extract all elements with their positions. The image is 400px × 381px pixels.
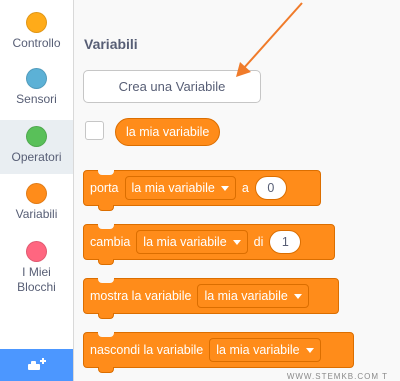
category-sidebar: Controllo Sensori Operatori Variabili I … — [0, 0, 74, 381]
block-text: nascondi la variabile — [90, 343, 204, 357]
variable-monitor-checkbox[interactable] — [85, 121, 104, 140]
category-variabili[interactable]: Variabili — [0, 183, 73, 222]
category-label: Variabili — [15, 207, 58, 221]
category-label: Sensori — [16, 92, 57, 106]
category-operatori[interactable]: Operatori — [0, 120, 73, 174]
chevron-down-icon — [305, 347, 314, 353]
category-sensori[interactable]: Sensori — [0, 68, 73, 107]
category-label: I Miei Blocchi — [17, 265, 56, 294]
dropdown-label: la mia variabile — [216, 343, 300, 357]
dropdown-label: la mia variabile — [204, 289, 288, 303]
variable-dropdown[interactable]: la mia variabile — [209, 338, 321, 362]
variabili-color-icon — [26, 183, 47, 204]
dropdown-label: la mia variabile — [143, 235, 227, 249]
chevron-down-icon — [220, 185, 229, 191]
category-label: Controllo — [12, 36, 61, 50]
block-text: di — [253, 235, 264, 249]
block-palette: Variabili Crea una Variabile la mia vari… — [74, 0, 400, 381]
sensori-color-icon — [26, 68, 47, 89]
add-extension-button[interactable] — [0, 349, 73, 381]
make-variable-button[interactable]: Crea una Variabile — [83, 70, 261, 103]
value-input[interactable]: 1 — [269, 230, 302, 254]
block-text: a — [241, 181, 249, 195]
my-blocks-color-icon — [26, 241, 47, 262]
chevron-down-icon — [232, 239, 241, 245]
controllo-color-icon — [26, 12, 47, 33]
category-label: Operatori — [11, 150, 62, 164]
operatori-color-icon — [26, 126, 47, 147]
watermark: WWW.STEMKB.COM T — [286, 372, 388, 381]
block-text: porta — [90, 181, 119, 195]
chevron-down-icon — [293, 293, 302, 299]
category-my-blocks[interactable]: I Miei Blocchi — [0, 241, 73, 295]
block-text: cambia — [90, 235, 131, 249]
block-text: mostra la variabile — [90, 289, 192, 303]
category-controllo[interactable]: Controllo — [0, 12, 73, 51]
add-extension-icon — [27, 358, 46, 370]
change-variable-block[interactable]: cambia la mia variabile di 1 — [83, 224, 335, 265]
variable-dropdown[interactable]: la mia variabile — [197, 284, 309, 308]
section-title: Variabili — [84, 36, 138, 52]
set-variable-block[interactable]: porta la mia variabile a 0 — [83, 170, 321, 211]
show-variable-block[interactable]: mostra la variabile la mia variabile — [83, 278, 339, 319]
dropdown-label: la mia variabile — [131, 181, 215, 195]
variable-dropdown[interactable]: la mia variabile — [136, 230, 248, 254]
hide-variable-block[interactable]: nascondi la variabile la mia variabile — [83, 332, 354, 373]
value-input[interactable]: 0 — [254, 176, 287, 200]
variable-dropdown[interactable]: la mia variabile — [124, 176, 236, 200]
variable-reporter-block[interactable]: la mia variabile — [115, 118, 221, 146]
